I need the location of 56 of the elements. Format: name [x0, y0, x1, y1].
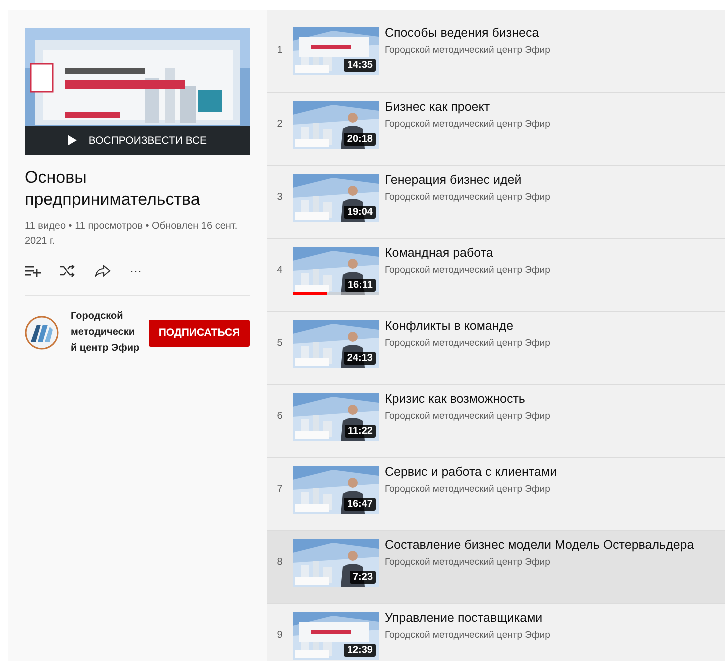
- video-index: 3: [276, 192, 284, 203]
- play-all-button[interactable]: ВОСПРОИЗВЕСТИ ВСЕ: [25, 126, 250, 155]
- video-duration: 19:04: [344, 206, 376, 219]
- video-row[interactable]: 5 24:13 Конфликты в команде Городской методический центр Эфир: [267, 311, 725, 384]
- more-button[interactable]: ···: [130, 264, 142, 278]
- video-index: 6: [276, 411, 284, 422]
- video-channel[interactable]: Городской методический центр Эфир: [385, 411, 550, 422]
- video-title[interactable]: Способы ведения бизнеса: [385, 25, 540, 41]
- video-row[interactable]: 9 12:39 Управление поставщиками Городской методический центр Эфир: [267, 603, 725, 661]
- video-title[interactable]: Бизнес как проект: [385, 99, 490, 115]
- playlist-title: Основы предпринимательства: [25, 167, 202, 211]
- video-row[interactable]: 4 16:11 Командная работа Городской методический центр Эфир: [267, 238, 725, 311]
- video-title[interactable]: Составление бизнес модели Модель Остервальдера: [385, 537, 694, 553]
- video-index: 5: [276, 338, 284, 349]
- video-index: 4: [276, 265, 284, 276]
- video-channel[interactable]: Городской методический центр Эфир: [385, 265, 550, 276]
- video-channel[interactable]: Городской методический центр Эфир: [385, 119, 550, 130]
- video-duration: 12:39: [344, 644, 376, 657]
- video-row[interactable]: 6 11:22 Кризис как возможность Городской методический центр Эфир: [267, 384, 725, 457]
- video-index: 9: [276, 630, 284, 641]
- playlist-meta: 11 видео • 11 просмотров • Обновлен 16 сент. 2021 г.: [25, 220, 239, 249]
- video-row[interactable]: 8 7:23 Составление бизнес модели Модель Остервальдера Городской методический центр Эфир: [267, 530, 725, 603]
- video-title[interactable]: Сервис и работа с клиентами: [385, 464, 558, 480]
- video-channel[interactable]: Городской методический центр Эфир: [385, 557, 550, 568]
- video-channel[interactable]: Городской методический центр Эфир: [385, 338, 550, 349]
- video-title[interactable]: Генерация бизнес идей: [385, 172, 522, 188]
- video-title[interactable]: Конфликты в команде: [385, 318, 514, 334]
- video-title[interactable]: Управление поставщиками: [385, 610, 543, 626]
- video-index: 7: [276, 484, 284, 495]
- add-to-queue-icon[interactable]: [25, 265, 41, 277]
- video-channel[interactable]: Городской методический центр Эфир: [385, 45, 550, 56]
- video-duration: 20:18: [344, 133, 376, 146]
- video-duration: 11:22: [344, 425, 376, 438]
- video-row[interactable]: 3 19:04 Генерация бизнес идей Городской методический центр Эфир: [267, 165, 725, 238]
- video-duration: 24:13: [344, 352, 376, 365]
- play-icon: [68, 135, 77, 146]
- video-index: 1: [276, 45, 284, 56]
- video-duration: 7:23: [350, 571, 376, 584]
- video-channel[interactable]: Городской методический центр Эфир: [385, 192, 550, 203]
- video-row[interactable]: 2 20:18 Бизнес как проект Городской методический центр Эфир: [267, 92, 725, 165]
- video-index: 8: [276, 557, 284, 568]
- video-duration: 14:35: [344, 59, 376, 72]
- video-row[interactable]: 1 14:35 Способы ведения бизнеса Городской методический центр Эфир: [267, 19, 725, 92]
- video-title[interactable]: Кризис как возможность: [385, 391, 526, 407]
- channel-name[interactable]: Городской методически й центр Эфир: [71, 309, 143, 357]
- video-channel[interactable]: Городской методический центр Эфир: [385, 630, 550, 641]
- video-duration: 16:47: [344, 498, 376, 511]
- subscribe-button[interactable]: ПОДПИСАТЬСЯ: [149, 320, 250, 346]
- video-title[interactable]: Командная работа: [385, 245, 494, 261]
- video-row[interactable]: 7 16:47 Сервис и работа с клиентами Городской методический центр Эфир: [267, 457, 725, 530]
- video-duration: 16:11: [344, 279, 376, 292]
- share-icon[interactable]: [95, 265, 111, 277]
- shuffle-icon[interactable]: [60, 265, 76, 277]
- video-channel[interactable]: Городской методический центр Эфир: [385, 484, 550, 495]
- video-index: 2: [276, 119, 284, 130]
- channel-avatar-icon[interactable]: [25, 316, 59, 350]
